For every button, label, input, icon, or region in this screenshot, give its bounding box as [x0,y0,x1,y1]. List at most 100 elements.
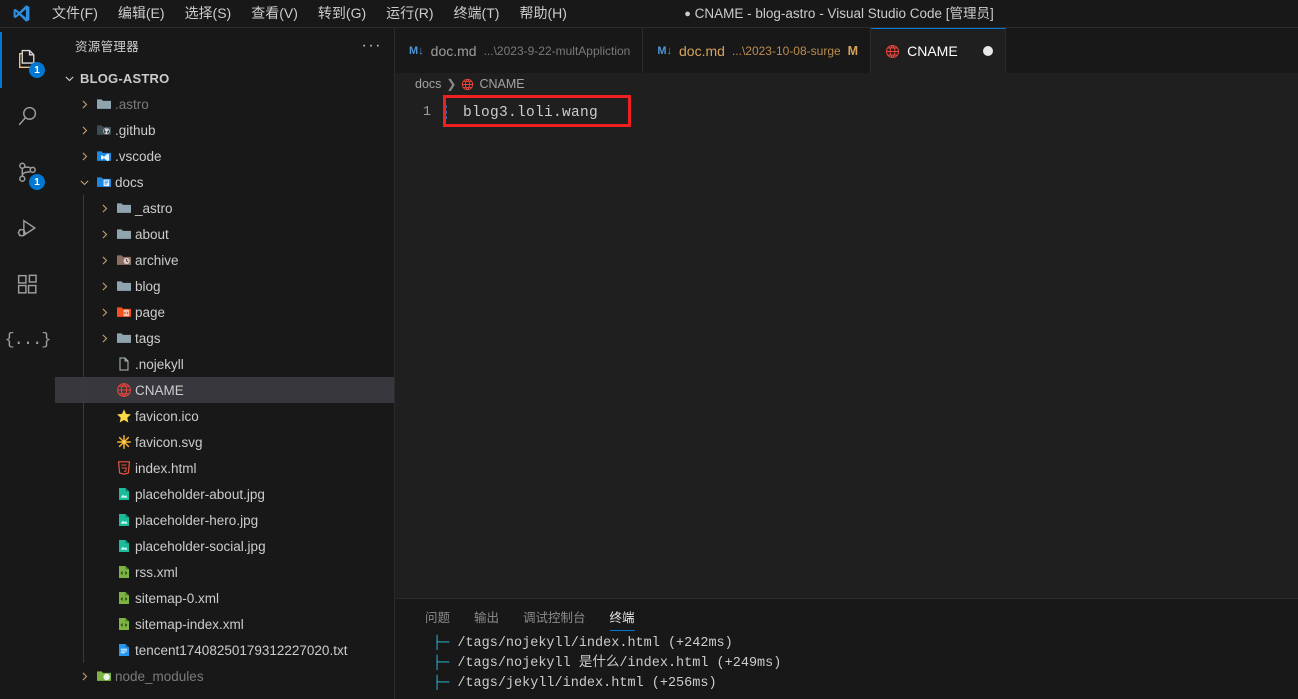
menu-selection[interactable]: 选择(S) [175,0,242,27]
folder-npm-icon [93,668,115,684]
search-icon [18,106,37,125]
activity-source-control[interactable]: 1 [0,144,55,200]
tree-item-label: favicon.svg [135,434,203,450]
tab-cname[interactable]: CNAME [871,28,1006,74]
tree-item-blog[interactable]: blog [55,273,394,299]
twisty-toggle[interactable] [75,150,93,163]
panel-tab-problems[interactable]: 问题 [413,599,462,634]
tree-item-favicon-ico[interactable]: favicon.ico [55,403,394,429]
tree-item-placeholder-about-jpg[interactable]: placeholder-about.jpg [55,481,394,507]
menu-file[interactable]: 文件(F) [42,0,108,27]
menu-terminal[interactable]: 终端(T) [444,0,510,27]
tree-item-label: favicon.ico [135,408,199,424]
tree-item-label: tags [135,330,161,346]
menu-bar[interactable]: 文件(F) 编辑(E) 选择(S) 查看(V) 转到(G) 运行(R) 终端(T… [42,0,577,28]
tree-item-placeholder-social-jpg[interactable]: placeholder-social.jpg [55,533,394,559]
code-line-1[interactable]: 1 blog3.loli.wang [395,103,598,122]
tree-item-github[interactable]: .github [55,117,394,143]
tree-item-rss-xml[interactable]: rss.xml [55,559,394,585]
menu-edit[interactable]: 编辑(E) [108,0,175,27]
tree-indent-guide [83,533,84,559]
tree-item-tencent17408250179312227020-txt[interactable]: tencent17408250179312227020.txt [55,637,394,663]
code-editor[interactable]: 1 blog3.loli.wang [395,95,1298,598]
terminal-output[interactable]: ├─ /tags/nojekyll/index.html (+242ms) ├─ … [395,634,1298,699]
tree-item-index-html[interactable]: index.html [55,455,394,481]
tab-bar-empty-space [1005,28,1298,73]
activity-search[interactable] [0,88,55,144]
terminal-line: ├─ /tags/jekyll/index.html (+256ms) [433,676,717,691]
tree-item-vscode[interactable]: .vscode [55,143,394,169]
folder-docs-icon [97,177,111,187]
chevron-right-icon [81,671,87,681]
xml-icon [113,564,135,580]
twisty-toggle[interactable] [75,176,93,189]
panel-tab-output[interactable]: 输出 [462,599,511,634]
image-icon [113,512,135,528]
tree-indent-guide [83,585,84,611]
tree-item-label: docs [115,174,144,190]
tree-item-label: placeholder-about.jpg [135,486,265,502]
tree-indent-guide [83,403,84,429]
tree-item-page[interactable]: page [55,299,394,325]
folder-archive-icon [113,252,135,268]
tree-indent-guide [83,637,84,663]
twisty-toggle[interactable] [95,280,113,293]
menu-goto[interactable]: 转到(G) [308,0,376,27]
sidebar-more-actions-icon[interactable]: ··· [356,37,388,53]
code-line-text[interactable]: blog3.loli.wang [463,105,598,121]
tree-item-astro[interactable]: .astro [55,91,394,117]
tree-item-cname[interactable]: CNAME [55,377,394,403]
editor-tab-bar[interactable]: M↓ doc.md ...\2023-9-22-multAppliction M… [395,28,1298,74]
panel-tab-debug-console[interactable]: 调试控制台 [511,599,598,634]
tab-label: doc.md [430,42,477,59]
breadcrumb[interactable]: docs ❯ CNAME [395,73,1298,95]
tab-doc-md-surge[interactable]: M↓ doc.md ...\2023-10-08-surge M [643,28,872,73]
file-tree[interactable]: BLOG-ASTRO .astro .github .vscode docs _… [55,63,394,699]
tree-item-favicon-svg[interactable]: favicon.svg [55,429,394,455]
tab-dirty-indicator[interactable] [982,46,993,56]
menu-view[interactable]: 查看(V) [241,0,308,27]
panel-tab-bar[interactable]: 问题 输出 调试控制台 终端 [395,599,1298,634]
twisty-toggle[interactable] [95,202,113,215]
tree-item-docs[interactable]: docs [55,169,394,195]
activity-bar[interactable]: 1 1 {...} [0,28,55,699]
tree-item-about[interactable]: about [55,221,394,247]
twisty-toggle[interactable] [95,254,113,267]
tab-description: ...\2023-10-08-surge [731,43,841,58]
tree-item-sitemap-index-xml[interactable]: sitemap-index.xml [55,611,394,637]
text-file-icon [119,644,129,656]
twisty-toggle[interactable] [75,124,93,137]
tree-item-sitemap-0-xml[interactable]: sitemap-0.xml [55,585,394,611]
breadcrumb-folder[interactable]: docs [415,77,441,91]
folder-vscode-icon [93,148,115,164]
activity-braces[interactable]: {...} [0,312,55,368]
panel-tab-terminal[interactable]: 终端 [598,599,647,634]
tab-doc-md-multappliction[interactable]: M↓ doc.md ...\2023-9-22-multAppliction [395,28,644,73]
twisty-toggle[interactable] [95,228,113,241]
twisty-toggle[interactable] [95,332,113,345]
tree-indent-guide [83,195,84,221]
twisty-toggle[interactable] [75,98,93,111]
tree-item-placeholder-hero-jpg[interactable]: placeholder-hero.jpg [55,507,394,533]
chevron-right-icon [101,281,107,291]
tree-item-astro[interactable]: _astro [55,195,394,221]
tree-branch-glyph: ├─ [433,676,458,691]
activity-extensions[interactable] [0,256,55,312]
twisty-toggle[interactable] [95,306,113,319]
tree-item-nojekyll[interactable]: .nojekyll [55,351,394,377]
activity-explorer[interactable]: 1 [0,32,55,88]
menu-run[interactable]: 运行(R) [376,0,443,27]
activity-run-debug[interactable] [0,200,55,256]
tree-item-label: page [135,304,166,320]
folder-plain-icon [113,226,135,242]
tree-item-archive[interactable]: archive [55,247,394,273]
window-title-text: CNAME - blog-astro - Visual Studio Code … [694,6,994,21]
breadcrumb-file[interactable]: CNAME [479,77,524,91]
tree-item-node-modules[interactable]: node_modules [55,663,394,689]
tree-root-blog-astro[interactable]: BLOG-ASTRO [55,65,394,91]
menu-help[interactable]: 帮助(H) [509,0,576,27]
xml-icon [113,590,135,606]
tree-item-tags[interactable]: tags [55,325,394,351]
twisty-toggle[interactable] [75,670,93,683]
xml-icon [119,618,129,630]
